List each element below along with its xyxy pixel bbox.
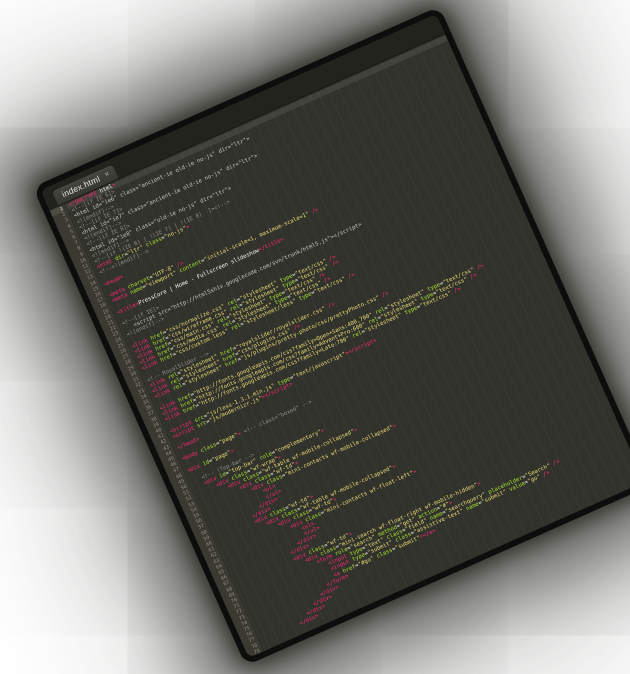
code-area[interactable]: <!DOCTYPE html><!--[if IE 6]><html id="i… xyxy=(65,34,630,651)
editor-content: 1234567891011121314151617181920212223242… xyxy=(50,34,630,658)
code-editor-window: index.html × 123456789101112131415161718… xyxy=(33,6,630,666)
tab-close-icon[interactable]: × xyxy=(103,170,111,179)
photo-backdrop: index.html × 123456789101112131415161718… xyxy=(0,0,630,674)
